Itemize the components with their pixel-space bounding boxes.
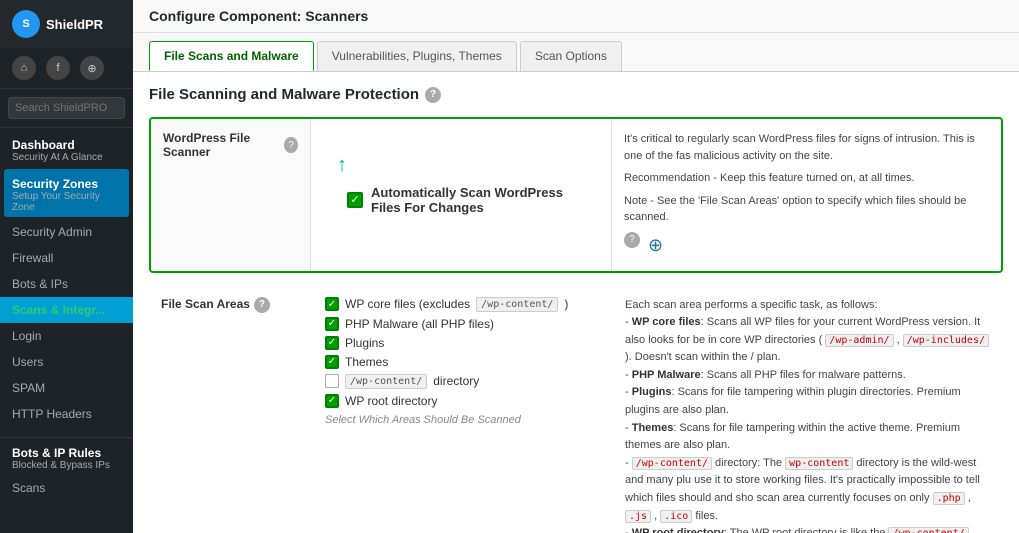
scan-option-wp-core: ✓ WP core files (excludes /wp-content/ ) (325, 297, 597, 312)
facebook-icon[interactable]: f (46, 56, 70, 80)
scanner-label-area: WordPress File Scanner ? (151, 119, 311, 271)
scan-option-themes: ✓ Themes (325, 355, 597, 369)
bots-ip-rules-label: Bots & IP Rules (12, 446, 121, 460)
bots-ip-rules-section[interactable]: Bots & IP Rules Blocked & Bypass IPs (0, 437, 133, 475)
checkbox-wp-root[interactable]: ✓ (325, 394, 339, 408)
scan-option-label-0: WP core files (excludes (345, 297, 470, 311)
checkbox-wp-content-dir[interactable] (325, 374, 339, 388)
scanner-card: WordPress File Scanner ? ↑ ✓ Automatical… (149, 117, 1003, 273)
tab-file-scans[interactable]: File Scans and Malware (149, 41, 314, 71)
scanner-note: Note - See the 'File Scan Areas' option … (624, 193, 989, 226)
scan-option-label-2: Plugins (345, 336, 384, 350)
code-php: .php (933, 492, 965, 505)
kw-php-malware: PHP Malware (632, 369, 701, 381)
scan-areas-label: File Scan Areas (161, 297, 250, 311)
sidebar-security-zones-section[interactable]: Security Zones Setup Your Security Zone (4, 169, 129, 217)
code-ico: .ico (660, 510, 692, 523)
checkbox-php-malware[interactable]: ✓ (325, 317, 339, 331)
tab-vulnerabilities[interactable]: Vulnerabilities, Plugins, Themes (317, 41, 517, 71)
kw-plugins: Plugins (632, 386, 672, 398)
scan-option-label-5: WP root directory (345, 394, 437, 408)
scan-option-label-1: PHP Malware (all PHP files) (345, 317, 494, 331)
scanner-option-area: ↑ ✓ Automatically Scan WordPress Files F… (311, 119, 611, 271)
scan-areas-help-icon[interactable]: ? (254, 297, 270, 313)
scanner-option-label: Automatically Scan WordPress Files For C… (371, 185, 595, 215)
code-js: .js (625, 510, 651, 523)
dashboard-sub: Security At A Glance (12, 152, 121, 163)
sidebar-item-spam[interactable]: SPAM (0, 375, 133, 401)
sidebar-item-security-admin[interactable]: Security Admin (0, 219, 133, 245)
code-wp-includes: /wp-includes/ (903, 334, 989, 347)
sidebar-item-bots-ips[interactable]: Bots & IPs (0, 271, 133, 297)
scanner-desc-help-icon[interactable]: ? (624, 232, 640, 248)
security-zones-sub: Setup Your Security Zone (12, 191, 121, 213)
section-help-icon[interactable]: ? (425, 87, 441, 103)
code-wp-content-2: wp-content (785, 457, 853, 470)
scanner-recommendation: Recommendation - Keep this feature turne… (624, 170, 989, 187)
tab-scan-options[interactable]: Scan Options (520, 41, 622, 71)
sidebar: S ShieldPR ⌂ f ⊕ Dashboard Security At A… (0, 0, 133, 533)
scanner-icon-row: ? ⊕ (624, 232, 989, 259)
scan-option-php-malware: ✓ PHP Malware (all PHP files) (325, 317, 597, 331)
sidebar-dashboard-section[interactable]: Dashboard Security At A Glance (0, 128, 133, 167)
main-content: Configure Component: Scanners File Scans… (133, 0, 1019, 533)
sidebar-item-scans[interactable]: Scans & Integr... (0, 297, 133, 323)
sidebar-item-firewall[interactable]: Firewall (0, 245, 133, 271)
scan-option-plugins: ✓ Plugins (325, 336, 597, 350)
tab-bar: File Scans and Malware Vulnerabilities, … (133, 33, 1019, 72)
scanner-description: It's critical to regularly scan WordPres… (611, 119, 1001, 271)
kw-wp-core: WP core files (632, 316, 701, 328)
section-title: File Scanning and Malware Protection (149, 86, 419, 103)
scan-helper-text: Select Which Areas Should Be Scanned (325, 414, 597, 426)
code-wp-content-3: /wp-content/ (888, 527, 968, 533)
scanner-label: WordPress File Scanner (163, 131, 280, 159)
sidebar-item-scans-bottom[interactable]: Scans (0, 475, 133, 501)
scan-areas-row: File Scan Areas ? ✓ WP core files (exclu… (149, 287, 1003, 533)
code-wp-content-dir: /wp-content/ (345, 374, 427, 389)
scanner-desc-1: It's critical to regularly scan WordPres… (624, 131, 989, 164)
search-input[interactable] (8, 97, 125, 119)
scan-option-suffix-0: ) (564, 297, 568, 311)
scanner-checkbox[interactable]: ✓ (347, 192, 363, 208)
code-wp-admin: /wp-admin/ (825, 334, 893, 347)
checkbox-plugins[interactable]: ✓ (325, 336, 339, 350)
kw-themes: Themes (632, 422, 674, 434)
home-icon[interactable]: ⌂ (12, 56, 36, 80)
tab-content: File Scanning and Malware Protection ? W… (133, 72, 1019, 533)
sidebar-item-login[interactable]: Login (0, 323, 133, 349)
section-header: File Scanning and Malware Protection ? (149, 86, 1003, 103)
search-bar (0, 89, 133, 128)
scan-option-label-4: directory (433, 374, 479, 388)
page-title: Configure Component: Scanners (133, 0, 1019, 33)
scan-option-wp-root: ✓ WP root directory (325, 394, 597, 408)
sidebar-nav: Dashboard Security At A Glance Security … (0, 128, 133, 533)
checkbox-themes[interactable]: ✓ (325, 355, 339, 369)
code-wp-content-desc: /wp-content/ (632, 457, 712, 470)
globe-icon[interactable]: ⊕ (80, 56, 104, 80)
logo-text: ShieldPR (46, 17, 103, 32)
scan-option-wp-content-dir: /wp-content/ directory (325, 374, 597, 389)
sidebar-logo: S ShieldPR (0, 0, 133, 48)
sidebar-item-users[interactable]: Users (0, 349, 133, 375)
scan-areas-label-area: File Scan Areas ? (149, 287, 309, 533)
shield-icon: S (12, 10, 40, 38)
scan-areas-description: Each scan area performs a specific task,… (613, 287, 1003, 533)
scanner-help-icon[interactable]: ? (284, 137, 298, 153)
scan-option-label-3: Themes (345, 355, 388, 369)
scan-areas-options: ✓ WP core files (excludes /wp-content/ )… (309, 287, 613, 533)
sidebar-icon-row: ⌂ f ⊕ (0, 48, 133, 89)
scanner-checkbox-row[interactable]: ✓ Automatically Scan WordPress Files For… (347, 185, 595, 215)
checkbox-wp-core[interactable]: ✓ (325, 297, 339, 311)
security-zones-label: Security Zones (12, 177, 121, 191)
scan-areas-desc-intro: Each scan area performs a specific task,… (625, 297, 991, 315)
kw-wp-root: WP root directory (632, 527, 724, 533)
code-wp-content: /wp-content/ (476, 297, 558, 312)
arrow-indicator: ↑ (337, 155, 347, 175)
wordpress-icon: ⊕ (648, 232, 663, 259)
sidebar-item-http-headers[interactable]: HTTP Headers (0, 401, 133, 427)
bots-ip-rules-sub: Blocked & Bypass IPs (12, 460, 121, 471)
dashboard-label: Dashboard (12, 138, 121, 152)
